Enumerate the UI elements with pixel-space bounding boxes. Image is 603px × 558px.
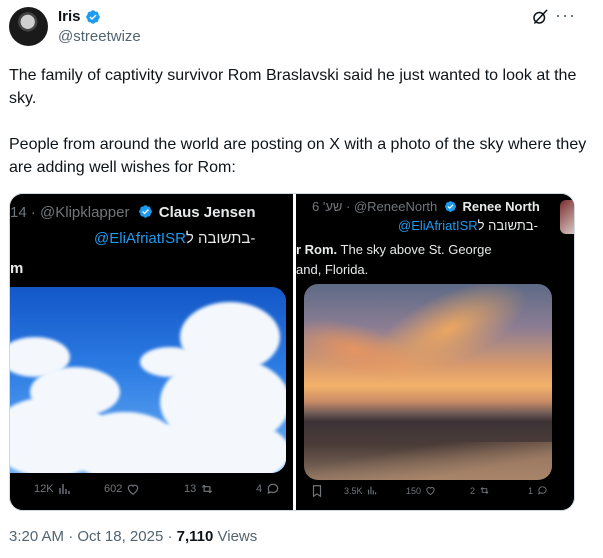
reply-stat[interactable]: 1 [528, 485, 548, 496]
sky-photo [10, 287, 286, 473]
repost-stat[interactable]: 13 [184, 482, 214, 496]
tweet-media[interactable]: 14 · @Klipklapper Claus Jensen @EliAfria… [9, 193, 575, 511]
tweet-footer: 3:20 AM · Oct 18, 2025 · 7,110 Views [9, 528, 257, 545]
verified-badge-icon [138, 205, 152, 218]
embedded-text-rest: The sky above St. George [337, 242, 492, 257]
author-name-row[interactable]: Iris [58, 8, 101, 25]
grok-icon[interactable] [531, 8, 549, 26]
verified-badge-icon [444, 201, 456, 212]
embedded-text-line: r Rom. The sky above St. George [296, 242, 492, 257]
embedded-text-line: and, Florida. [296, 262, 369, 277]
more-icon[interactable]: ··· [555, 5, 576, 26]
views-count: 3.5K [344, 485, 363, 496]
embedded-reply-to: @EliAfriatISRבתשובה ל- [398, 218, 538, 233]
repost-icon [202, 484, 213, 494]
reposts-count: 13 [184, 483, 197, 495]
views-count: 12K [34, 483, 54, 495]
views-label: Views [213, 528, 258, 545]
replies-count: 4 [256, 483, 263, 495]
tweet-date[interactable]: Oct 18, 2025 [77, 528, 163, 545]
embedded-author-name: Renee North [462, 199, 540, 214]
like-stat[interactable]: 602 [104, 482, 140, 496]
reply-to-label: בתשובה ל- [477, 218, 538, 233]
media-image-right[interactable]: שע' 6 · @ReneeNorth Renee North @EliAfri… [296, 194, 574, 510]
reply-icon [538, 486, 547, 495]
embedded-meta: שע' 6 · @ReneeNorth [312, 199, 438, 214]
footer-separator: · [163, 528, 177, 545]
reply-stat[interactable]: 4 [256, 482, 280, 496]
tweet-paragraph: People from around the world are posting… [9, 136, 587, 176]
author-display-name[interactable]: Iris [58, 8, 81, 25]
reply-to-label: בתשובה ל- [185, 230, 256, 247]
embedded-text-fragment: m [10, 260, 24, 277]
tweet-text: The family of captivity survivor Rom Bra… [9, 64, 589, 202]
bookmark-stat[interactable] [310, 484, 324, 498]
embedded-text-bold: r Rom. [296, 242, 338, 257]
embedded-avatar [560, 200, 574, 234]
reposts-count: 2 [470, 485, 476, 496]
views-count: 7,110 [176, 528, 214, 545]
embedded-author-name: Claus Jensen [158, 204, 256, 221]
like-stat[interactable]: 150 [406, 485, 436, 496]
repost-stat[interactable]: 2 [470, 485, 490, 496]
sunset-photo [304, 284, 552, 480]
embedded-reply-to: @EliAfriatISRבתשובה ל- [94, 230, 255, 247]
views-stat[interactable]: 12K [34, 482, 72, 496]
verified-badge-icon [85, 9, 100, 24]
media-image-left[interactable]: 14 · @Klipklapper Claus Jensen @EliAfria… [10, 194, 293, 510]
reply-icon [267, 483, 279, 495]
views-stat[interactable]: 3.5K [344, 485, 378, 496]
embedded-tweet-header: שע' 6 · @ReneeNorth Renee North [312, 199, 540, 214]
reply-to-handle: @EliAfriatISR [94, 230, 186, 247]
repost-icon [480, 487, 489, 494]
avatar[interactable] [9, 7, 48, 46]
embedded-tweet-header: 14 · @Klipklapper Claus Jensen [10, 204, 256, 221]
likes-count: 150 [406, 485, 422, 496]
like-icon [426, 487, 435, 496]
tweet-time[interactable]: 3:20 AM [9, 528, 64, 545]
footer-separator: · [64, 528, 78, 545]
like-icon [128, 484, 139, 495]
author-handle[interactable]: @streetwize [58, 28, 141, 45]
tweet-paragraph: The family of captivity survivor Rom Bra… [9, 67, 577, 107]
embedded-meta: 14 · @Klipklapper [10, 204, 130, 221]
views-icon [58, 484, 70, 494]
views-icon [367, 486, 376, 495]
replies-count: 1 [528, 485, 534, 496]
reply-to-handle: @EliAfriatISR [398, 218, 478, 233]
likes-count: 602 [104, 483, 123, 495]
bookmark-icon [312, 485, 322, 498]
